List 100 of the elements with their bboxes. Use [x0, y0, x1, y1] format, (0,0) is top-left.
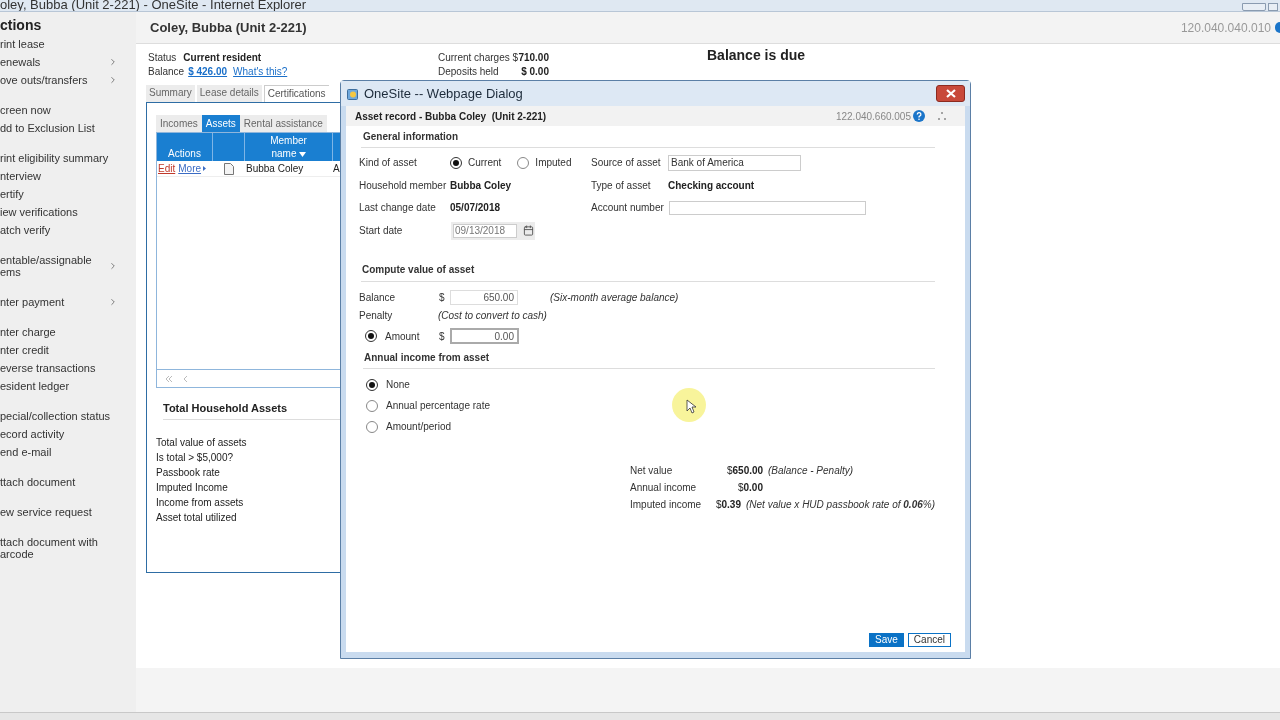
- summary-value: $0.39: [714, 498, 741, 512]
- cancel-button[interactable]: Cancel: [907, 633, 951, 647]
- section-title: General information: [363, 131, 459, 143]
- subtab[interactable]: Assets: [201, 115, 240, 132]
- sidebar-item[interactable]: nter credit: [0, 341, 118, 359]
- sidebar-item[interactable]: ove outs/transfers: [0, 71, 118, 89]
- radio-button[interactable]: [450, 156, 462, 169]
- sidebar-item[interactable]: ttach document with arcode: [0, 533, 118, 563]
- currency-sign: $: [439, 329, 446, 344]
- radio-label: None: [386, 378, 410, 392]
- tab[interactable]: Summary: [146, 85, 195, 102]
- help-icon[interactable]: [1275, 22, 1280, 33]
- section-title: Annual income from asset: [364, 352, 491, 364]
- column-header[interactable]: Member name: [245, 133, 333, 161]
- summary-value: $0.00: [736, 481, 763, 495]
- sidebar-item[interactable]: dd to Exclusion List: [0, 119, 118, 137]
- charge-value: 710.00: [518, 51, 549, 65]
- account-number-field[interactable]: [669, 200, 866, 215]
- section-title: Compute value of asset: [362, 264, 476, 276]
- charge-label: Deposits held: [438, 65, 499, 79]
- sidebar-item[interactable]: creen now: [0, 101, 118, 119]
- help-icon[interactable]: [913, 110, 925, 122]
- radio-button[interactable]: [366, 399, 378, 412]
- amount-field[interactable]: 0.00: [450, 328, 519, 344]
- radio-button[interactable]: [365, 330, 377, 342]
- tab[interactable]: Lease details: [196, 85, 262, 102]
- field-label: Last change date: [359, 201, 437, 215]
- table-cell-text: A: [333, 162, 340, 176]
- field-label: Balance: [359, 291, 397, 305]
- sidebar-item[interactable]: nter charge: [0, 323, 118, 341]
- field-value: 05/07/2018: [450, 201, 502, 215]
- status-value: Current resident: [183, 51, 262, 65]
- subtab[interactable]: Rental assistance: [239, 115, 327, 132]
- charge-label: Current charges $: [438, 51, 519, 65]
- minimize-button[interactable]: [1242, 3, 1266, 11]
- start-date-field[interactable]: 09/13/2018: [451, 221, 535, 240]
- sidebar-item[interactable]: ew service request: [0, 503, 118, 521]
- whats-this-link[interactable]: What's this?: [233, 65, 288, 79]
- sidebar-item[interactable]: end e-mail: [0, 443, 118, 461]
- tab[interactable]: Certifications: [263, 85, 329, 102]
- chevron-right-icon: [108, 297, 118, 307]
- balance-due-notice: Balance is due: [707, 48, 806, 65]
- status-label: Status: [148, 51, 177, 65]
- sidebar-item[interactable]: nter payment: [0, 293, 118, 311]
- sidebar-item[interactable]: nterview: [0, 167, 118, 185]
- source-field[interactable]: Bank of America: [668, 154, 801, 171]
- cursor-icon: [672, 388, 706, 422]
- radio-button[interactable]: [517, 156, 530, 169]
- edit-link[interactable]: Edit: [158, 161, 176, 176]
- dialog-title: OneSite -- Webpage Dialog: [364, 84, 523, 103]
- close-button[interactable]: [936, 85, 965, 102]
- field-label: Type of asset: [591, 179, 652, 193]
- chevron-right-icon: [108, 261, 118, 271]
- currency-sign: $: [439, 291, 446, 305]
- radio-button[interactable]: [366, 378, 378, 391]
- browser-icon: [347, 87, 359, 100]
- sidebar-item[interactable]: pecial/collection status: [0, 407, 118, 425]
- field-label: Account number: [591, 201, 665, 215]
- calendar-icon[interactable]: [523, 225, 534, 236]
- document-icon[interactable]: [224, 162, 234, 175]
- sidebar-item[interactable]: atch verify: [0, 221, 118, 239]
- sidebar-item[interactable]: iew verifications: [0, 203, 118, 221]
- total-label: Total value of assets: [156, 436, 248, 450]
- charge-value: $ 0.00: [521, 65, 549, 79]
- sidebar-item[interactable]: everse transactions: [0, 359, 118, 377]
- total-label: Imputed Income: [156, 481, 229, 495]
- field-label: Start date: [359, 224, 404, 238]
- sidebar-item[interactable]: ttach document: [0, 473, 118, 491]
- save-button[interactable]: Save: [869, 633, 904, 647]
- summary-note: (Balance - Penalty): [768, 464, 854, 478]
- section-title: Total Household Assets: [163, 401, 289, 415]
- sidebar-item[interactable]: rint eligibility summary: [0, 149, 118, 167]
- sidebar-item[interactable]: entable/assignable ems: [0, 251, 118, 281]
- sidebar-item[interactable]: enewals: [0, 53, 118, 71]
- sidebar-item[interactable]: rint lease: [0, 35, 118, 53]
- record-title: Asset record - Bubba Coley (Unit 2-221): [355, 109, 547, 124]
- balance-link[interactable]: $ 426.00: [188, 65, 228, 79]
- table-cell-text: Bubba Coley: [245, 162, 305, 176]
- page-title: Coley, Bubba (Unit 2-221): [150, 18, 307, 37]
- version-number: 120.040.040.010: [1180, 19, 1271, 37]
- radio-label: Imputed: [535, 156, 572, 170]
- summary-label: Net value: [630, 464, 674, 478]
- maximize-button[interactable]: [1268, 3, 1278, 11]
- resize-grip-icon: [937, 111, 947, 121]
- summary-value: $650.00: [727, 464, 763, 478]
- radio-label: Amount/period: [386, 420, 452, 434]
- summary-label: Annual income: [630, 481, 698, 495]
- field-value: Checking account: [668, 179, 755, 193]
- total-label: Income from assets: [156, 496, 245, 510]
- column-header[interactable]: Actions: [157, 133, 213, 161]
- subtab[interactable]: Incomes: [156, 115, 202, 132]
- radio-button[interactable]: [366, 420, 378, 433]
- sidebar-item[interactable]: ecord activity: [0, 425, 118, 443]
- balance-field[interactable]: 650.00: [450, 290, 518, 305]
- radio-label: Annual percentage rate: [386, 399, 490, 413]
- sidebar-item[interactable]: ertify: [0, 185, 118, 203]
- sidebar-title: ctions: [0, 16, 43, 34]
- more-link[interactable]: More: [178, 161, 207, 176]
- sidebar-item[interactable]: esident ledger: [0, 377, 118, 395]
- summary-label: Imputed income: [630, 498, 703, 512]
